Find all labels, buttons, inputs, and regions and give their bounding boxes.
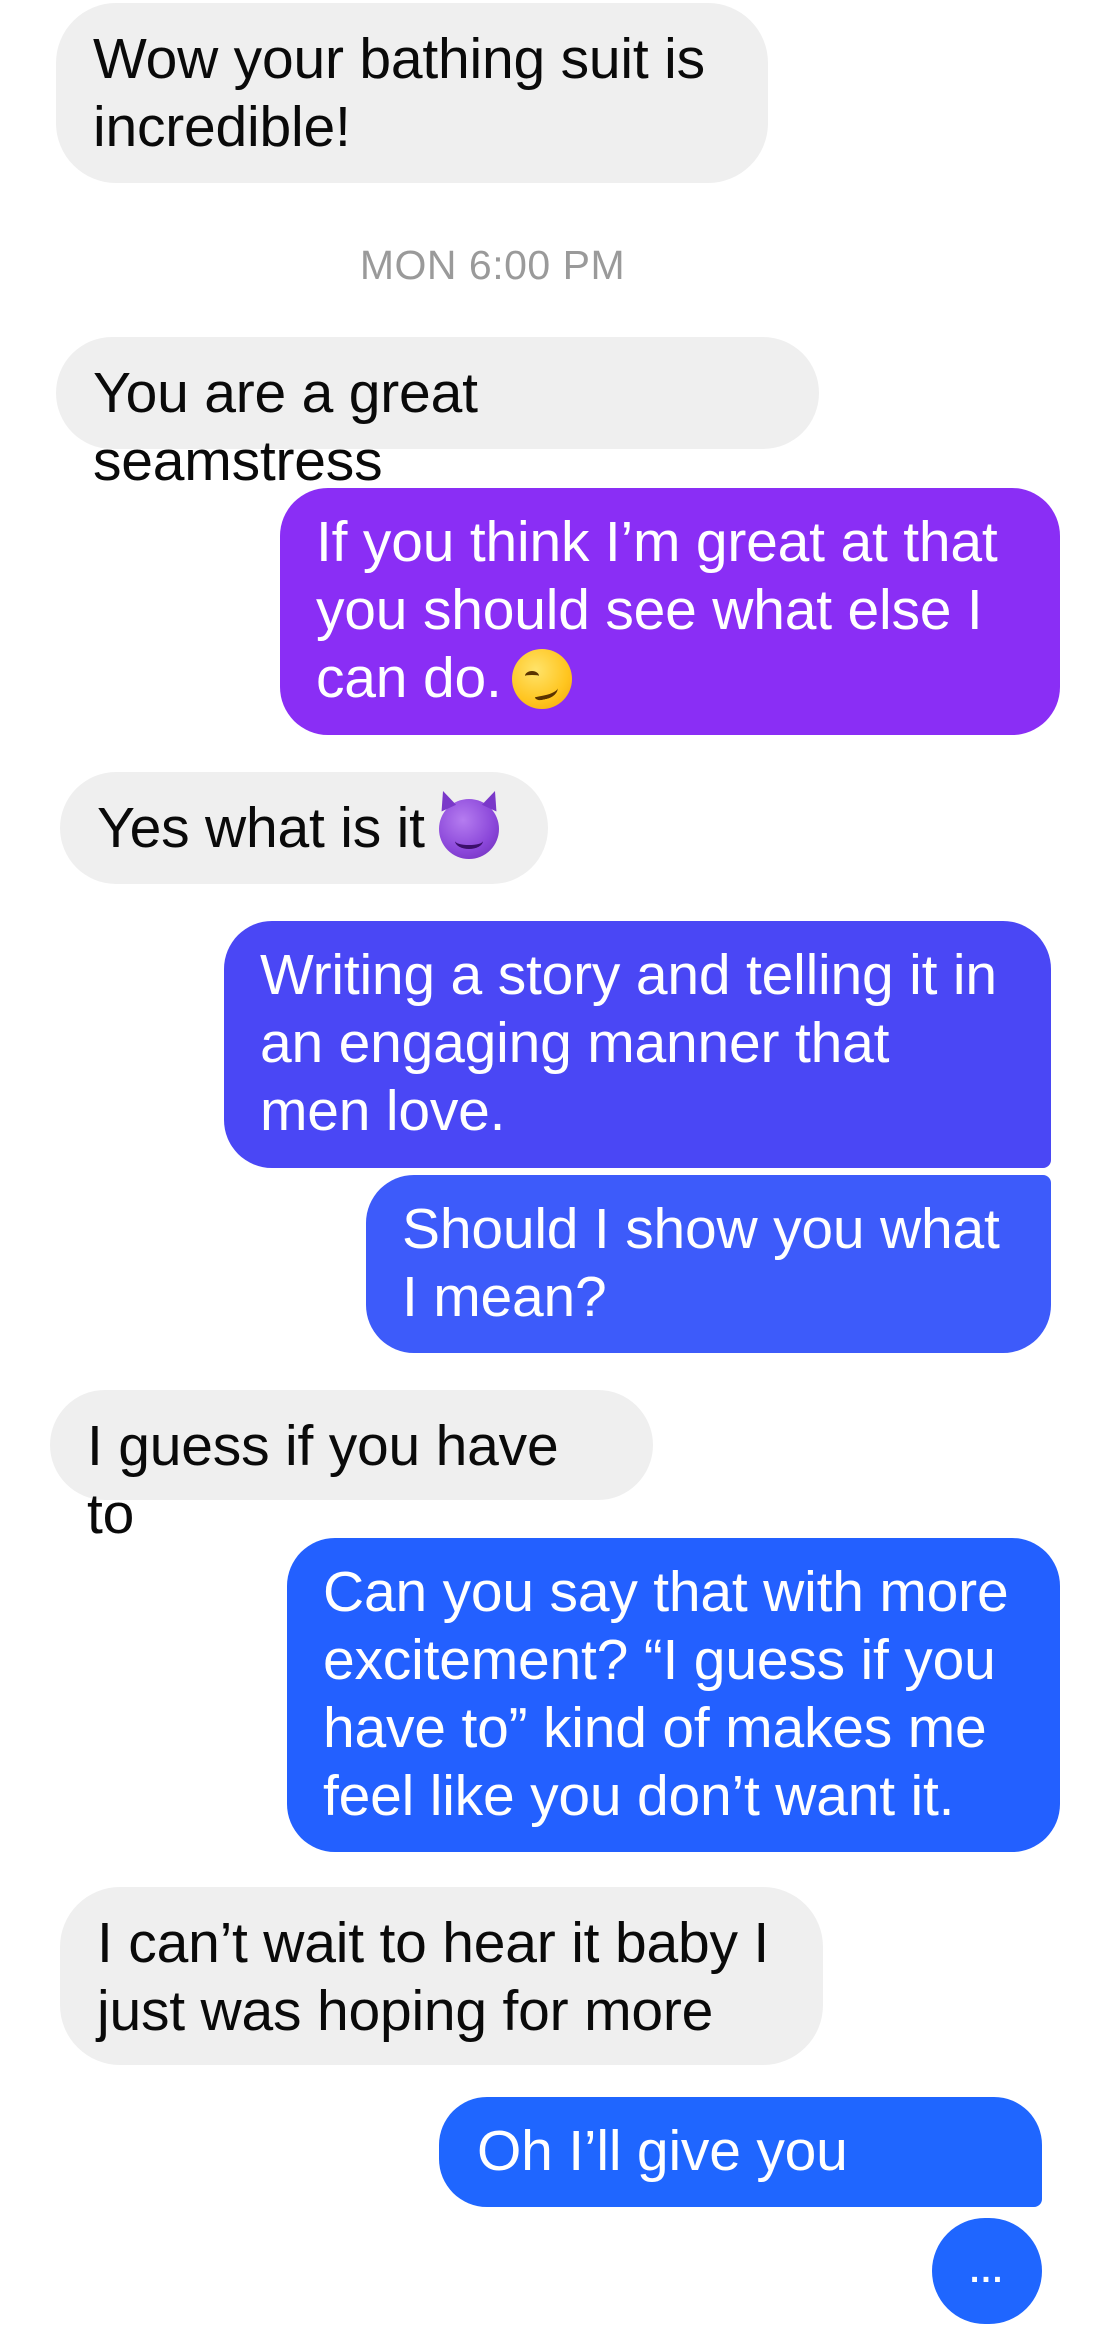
typing-indicator: ... (932, 2218, 1042, 2324)
outgoing-message-bubble[interactable]: Writing a story and telling it in an eng… (224, 921, 1051, 1168)
outgoing-message-bubble[interactable]: Can you say that with more excitement? “… (287, 1538, 1060, 1852)
message-text: I guess if you have to (87, 1414, 559, 1546)
devil-face (454, 833, 483, 849)
incoming-message-bubble[interactable]: Wow your bathing suit is incredible! (56, 3, 768, 183)
outgoing-message-bubble[interactable]: Should I show you what I mean? (366, 1175, 1051, 1353)
message-text: Oh I’ll give you more. (477, 2119, 848, 2251)
incoming-message-bubble[interactable]: You are a great seamstress (56, 337, 819, 493)
incoming-message-bubble[interactable]: I can’t wait to hear it baby I just was … (60, 1887, 823, 2065)
message-text: Writing a story and telling it in an eng… (260, 943, 997, 1143)
incoming-message-bubble[interactable]: Yes what is it (60, 772, 548, 884)
outgoing-message-bubble[interactable]: If you think I’m great at that you shoul… (280, 488, 1060, 735)
message-text: Wow your bathing suit is incredible! (93, 27, 705, 159)
message-timestamp: MON 6:00 PM (359, 242, 626, 288)
message-text: If you think I’m great at that you shoul… (316, 510, 998, 710)
message-text: You are a great seamstress (93, 361, 478, 493)
smirking-face-icon (511, 649, 572, 709)
message-text: Yes what is it (97, 796, 425, 860)
outgoing-message-bubble[interactable]: Oh I’ll give you more. (439, 2097, 1042, 2251)
smiling-devil-icon (438, 799, 499, 859)
message-text: Can you say that with more excitement? “… (323, 1560, 1009, 1828)
incoming-message-bubble[interactable]: I guess if you have to (50, 1390, 653, 1546)
message-text: I can’t wait to hear it baby I just was … (97, 1911, 770, 2043)
message-text: Should I show you what I mean? (402, 1197, 1000, 1329)
